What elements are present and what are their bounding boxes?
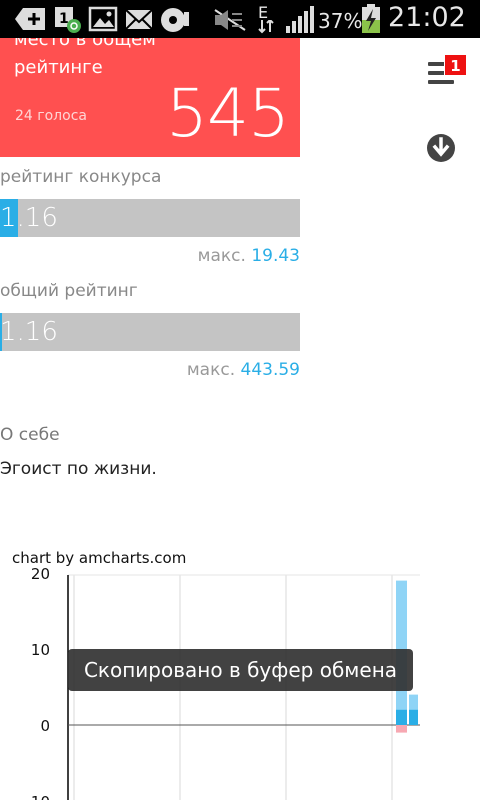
overall-rating-bar: 1.16: [0, 313, 300, 351]
signal-icon: [286, 6, 314, 33]
chart-y-tick-label: -10: [26, 793, 51, 800]
sync-account-icon: 1: [55, 7, 81, 33]
chart-bar: [396, 709, 407, 725]
contest-rating-label: рейтинг конкурса: [0, 167, 162, 187]
overall-rating-value: 1.16: [0, 317, 58, 347]
menu-icon-line: [428, 80, 454, 84]
chart-y-tick-label: 10: [31, 641, 50, 659]
contest-max-label: макс.: [197, 246, 246, 266]
chart-bar: [396, 725, 407, 733]
contest-max-value: 19.43: [251, 246, 300, 266]
overall-rating-label: общий рейтинг: [0, 281, 138, 301]
contest-rating-bar: 1.16: [0, 199, 300, 237]
overall-max-label: макс.: [186, 360, 236, 380]
add-icon: [15, 8, 45, 30]
mute-icon: [214, 9, 246, 31]
votes-count: 24 голоса: [15, 108, 87, 124]
overall-rank-card: место в общем рейтинге 24 голоса 545: [0, 38, 300, 157]
chart-credit-link[interactable]: chart by amcharts.com: [10, 549, 189, 567]
clock: 21:02: [388, 2, 466, 33]
overall-max-value: 443.59: [240, 360, 300, 380]
about-text: Эгоист по жизни.: [0, 459, 157, 479]
media-icon: [161, 8, 189, 32]
battery-percent: 37%: [318, 9, 363, 33]
copied-toast: Скопировано в буфер обмена: [68, 649, 413, 691]
chart-y-tick-label: 0: [40, 717, 50, 735]
scroll-down-icon[interactable]: [426, 133, 456, 163]
overall-rank-value: 545: [166, 75, 290, 152]
status-bar: 1 E 37% 21:02: [0, 0, 480, 38]
contest-rating-value: 1.16: [0, 203, 58, 233]
notification-badge: 1: [444, 54, 467, 76]
contest-rating-max: макс. 19.43: [198, 246, 300, 266]
chart-bar: [409, 709, 418, 725]
overall-rating-max: макс. 443.59: [187, 360, 300, 380]
battery-charging-icon: [362, 4, 380, 33]
network-icon: [258, 20, 274, 34]
chart-y-tick-label: 20: [31, 565, 50, 583]
about-label: О себе: [0, 425, 60, 445]
gallery-icon: [88, 6, 118, 32]
email-icon: [125, 9, 153, 30]
